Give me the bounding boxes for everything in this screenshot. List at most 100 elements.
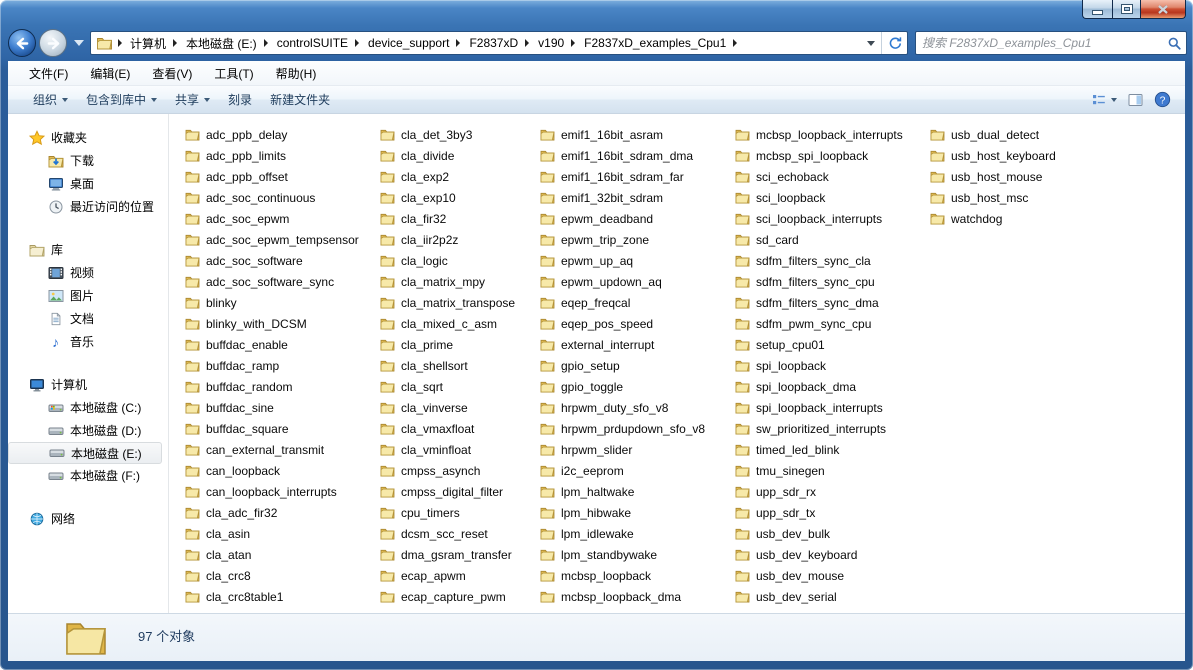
folder-item[interactable]: spi_loopback_interrupts	[735, 397, 903, 418]
folder-item[interactable]: adc_soc_software	[185, 250, 359, 271]
folder-item[interactable]: adc_soc_epwm_tempsensor	[185, 229, 359, 250]
preview-pane-button[interactable]	[1127, 92, 1144, 108]
help-button[interactable]: ?	[1154, 91, 1171, 108]
folder-item[interactable]: cla_atan	[185, 544, 359, 565]
folder-item[interactable]: spi_loopback	[735, 355, 903, 376]
folder-item[interactable]: cla_prime	[380, 334, 515, 355]
sidebar-item-recent-places[interactable]: 最近访问的位置	[8, 195, 168, 218]
menu-item[interactable]: 查看(V)	[141, 61, 203, 85]
folder-item[interactable]: emif1_16bit_asram	[540, 124, 705, 145]
folder-item[interactable]: mcbsp_spi_loopback	[735, 145, 903, 166]
folder-item[interactable]: cla_crc8table1	[185, 586, 359, 607]
sidebar-item-libraries[interactable]: 库	[8, 238, 168, 261]
folder-item[interactable]: dma_gsram_transfer	[380, 544, 515, 565]
sidebar-item-favorites[interactable]: 收藏夹	[8, 126, 168, 149]
folder-item[interactable]: mcbsp_loopback_interrupts	[735, 124, 903, 145]
burn-button[interactable]: 刻录	[219, 89, 261, 111]
folder-item[interactable]: can_loopback	[185, 460, 359, 481]
folder-item[interactable]: tmu_sinegen	[735, 460, 903, 481]
folder-item[interactable]: sci_loopback_interrupts	[735, 208, 903, 229]
sidebar-item-network[interactable]: 网络	[8, 507, 168, 530]
folder-item[interactable]: eqep_freqcal	[540, 292, 705, 313]
folder-item[interactable]: spi_loopback_dma	[735, 376, 903, 397]
folder-item[interactable]: can_external_transmit	[185, 439, 359, 460]
folder-item[interactable]: cla_iir2p2z	[380, 229, 515, 250]
folder-item[interactable]: timed_led_blink	[735, 439, 903, 460]
sidebar-item-local-disk-e[interactable]: 本地磁盘 (E:)	[8, 442, 162, 464]
back-button[interactable]	[8, 29, 36, 57]
folder-item[interactable]: external_interrupt	[540, 334, 705, 355]
folder-item[interactable]: usb_dev_keyboard	[735, 544, 903, 565]
folder-item[interactable]: cla_vminfloat	[380, 439, 515, 460]
share-button[interactable]: 共享	[166, 89, 219, 111]
minimize-button[interactable]	[1082, 0, 1112, 19]
folder-item[interactable]: usb_host_keyboard	[930, 145, 1056, 166]
folder-item[interactable]: cla_exp2	[380, 166, 515, 187]
sidebar-item-videos[interactable]: 视频	[8, 261, 168, 284]
folder-item[interactable]: adc_soc_epwm	[185, 208, 359, 229]
folder-item[interactable]: cla_shellsort	[380, 355, 515, 376]
folder-item[interactable]: setup_cpu01	[735, 334, 903, 355]
folder-item[interactable]: gpio_toggle	[540, 376, 705, 397]
folder-item[interactable]: emif1_32bit_sdram	[540, 187, 705, 208]
folder-item[interactable]: cla_vinverse	[380, 397, 515, 418]
maximize-button[interactable]	[1112, 0, 1140, 19]
folder-item[interactable]: sdfm_pwm_sync_cpu	[735, 313, 903, 334]
folder-item[interactable]: adc_ppb_limits	[185, 145, 359, 166]
folder-item[interactable]: adc_ppb_offset	[185, 166, 359, 187]
folder-item[interactable]: cla_mixed_c_asm	[380, 313, 515, 334]
folder-item[interactable]: buffdac_random	[185, 376, 359, 397]
folder-item[interactable]: sdfm_filters_sync_cla	[735, 250, 903, 271]
address-bar[interactable]: 计算机 本地磁盘 (E:) controlSUITE device_suppor…	[90, 31, 908, 55]
folder-item[interactable]: upp_sdr_rx	[735, 481, 903, 502]
folder-item[interactable]: lpm_haltwake	[540, 481, 705, 502]
folder-item[interactable]: i2c_eeprom	[540, 460, 705, 481]
folder-item[interactable]: lpm_hibwake	[540, 502, 705, 523]
folder-item[interactable]: hrpwm_slider	[540, 439, 705, 460]
folder-item[interactable]: watchdog	[930, 208, 1056, 229]
folder-item[interactable]: hrpwm_prdupdown_sfo_v8	[540, 418, 705, 439]
folder-item[interactable]: hrpwm_duty_sfo_v8	[540, 397, 705, 418]
folder-item[interactable]: cla_adc_fir32	[185, 502, 359, 523]
folder-item[interactable]: buffdac_sine	[185, 397, 359, 418]
close-button[interactable]	[1140, 0, 1186, 19]
folder-item[interactable]: adc_soc_continuous	[185, 187, 359, 208]
sidebar-item-pictures[interactable]: 图片	[8, 284, 168, 307]
folder-item[interactable]: epwm_updown_aq	[540, 271, 705, 292]
folder-item[interactable]: buffdac_enable	[185, 334, 359, 355]
folder-item[interactable]: lpm_idlewake	[540, 523, 705, 544]
folder-item[interactable]: dcsm_scc_reset	[380, 523, 515, 544]
folder-item[interactable]: adc_ppb_delay	[185, 124, 359, 145]
new-folder-button[interactable]: 新建文件夹	[261, 89, 339, 111]
breadcrumb-item[interactable]: v190	[533, 32, 579, 54]
folder-item[interactable]: cpu_timers	[380, 502, 515, 523]
folder-item[interactable]: cla_divide	[380, 145, 515, 166]
folder-item[interactable]: ecap_apwm	[380, 565, 515, 586]
sidebar-item-music[interactable]: ♪ 音乐	[8, 330, 168, 353]
folder-item[interactable]: sd_card	[735, 229, 903, 250]
folder-item[interactable]: blinky_with_DCSM	[185, 313, 359, 334]
folder-item[interactable]: usb_dev_mouse	[735, 565, 903, 586]
menu-item[interactable]: 帮助(H)	[265, 61, 328, 85]
breadcrumb-item[interactable]: 计算机	[125, 32, 181, 54]
folder-item[interactable]: epwm_deadband	[540, 208, 705, 229]
sidebar-item-downloads[interactable]: 下载	[8, 149, 168, 172]
folder-item[interactable]: usb_host_mouse	[930, 166, 1056, 187]
folder-item[interactable]: cla_matrix_mpy	[380, 271, 515, 292]
search-box[interactable]	[915, 31, 1187, 55]
folder-item[interactable]: can_loopback_interrupts	[185, 481, 359, 502]
folder-item[interactable]: cla_det_3by3	[380, 124, 515, 145]
forward-button[interactable]	[39, 29, 67, 57]
folder-item[interactable]: gpio_setup	[540, 355, 705, 376]
menu-item[interactable]: 工具(T)	[203, 61, 264, 85]
breadcrumb-item[interactable]: controlSUITE	[272, 32, 363, 54]
folder-item[interactable]: lpm_standbywake	[540, 544, 705, 565]
refresh-button[interactable]	[881, 32, 907, 54]
folder-item[interactable]: sci_echoback	[735, 166, 903, 187]
sidebar-item-documents[interactable]: 文档	[8, 307, 168, 330]
folder-item[interactable]: emif1_16bit_sdram_dma	[540, 145, 705, 166]
folder-item[interactable]: sw_prioritized_interrupts	[735, 418, 903, 439]
sidebar-item-desktop[interactable]: 桌面	[8, 172, 168, 195]
breadcrumb-item[interactable]: F2837xD	[464, 32, 533, 54]
folder-item[interactable]: mcbsp_loopback	[540, 565, 705, 586]
